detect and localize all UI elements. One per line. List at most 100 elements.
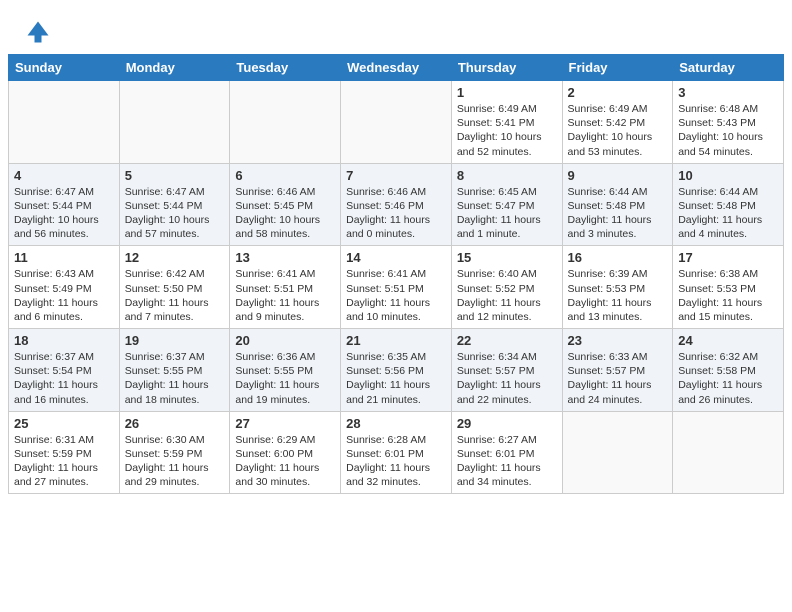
calendar-cell bbox=[562, 411, 673, 494]
day-number: 19 bbox=[125, 333, 225, 348]
calendar-cell: 26 Sunrise: 6:30 AM Sunset: 5:59 PM Dayli… bbox=[119, 411, 230, 494]
calendar-cell: 17 Sunrise: 6:38 AM Sunset: 5:53 PM Dayli… bbox=[673, 246, 784, 329]
day-number: 25 bbox=[14, 416, 114, 431]
calendar-cell: 4Sunrise: 6:47 AM Sunset: 5:44 PM Daylig… bbox=[9, 163, 120, 246]
day-info: Sunrise: 6:30 AM Sunset: 5:59 PM Dayligh… bbox=[125, 433, 225, 490]
calendar-week-1: 1 Sunrise: 6:49 AM Sunset: 5:41 PM Daylig… bbox=[9, 81, 784, 164]
day-info: Sunrise: 6:47 AM Sunset: 5:44 PM Dayligh… bbox=[125, 185, 225, 242]
day-number: 14 bbox=[346, 250, 446, 265]
day-info: Sunrise: 6:36 AM Sunset: 5:55 PM Dayligh… bbox=[235, 350, 335, 407]
calendar-cell: 24 Sunrise: 6:32 AM Sunset: 5:58 PM Dayli… bbox=[673, 329, 784, 412]
day-info: Sunrise: 6:44 AM Sunset: 5:48 PM Dayligh… bbox=[568, 185, 668, 242]
day-info: Sunrise: 6:41 AM Sunset: 5:51 PM Dayligh… bbox=[346, 267, 446, 324]
day-number: 20 bbox=[235, 333, 335, 348]
day-info: Sunrise: 6:41 AM Sunset: 5:51 PM Dayligh… bbox=[235, 267, 335, 324]
day-number: 27 bbox=[235, 416, 335, 431]
day-info: Sunrise: 6:32 AM Sunset: 5:58 PM Dayligh… bbox=[678, 350, 778, 407]
weekday-header-thursday: Thursday bbox=[451, 55, 562, 81]
calendar-cell: 5 Sunrise: 6:47 AM Sunset: 5:44 PM Daylig… bbox=[119, 163, 230, 246]
day-info: Sunrise: 6:48 AM Sunset: 5:43 PM Dayligh… bbox=[678, 102, 778, 159]
day-number: 3 bbox=[678, 85, 778, 100]
calendar-cell: 9 Sunrise: 6:44 AM Sunset: 5:48 PM Daylig… bbox=[562, 163, 673, 246]
day-info: Sunrise: 6:42 AM Sunset: 5:50 PM Dayligh… bbox=[125, 267, 225, 324]
day-number: 16 bbox=[568, 250, 668, 265]
day-number: 7 bbox=[346, 168, 446, 183]
calendar-table: SundayMondayTuesdayWednesdayThursdayFrid… bbox=[8, 54, 784, 494]
day-number: 17 bbox=[678, 250, 778, 265]
day-info: Sunrise: 6:46 AM Sunset: 5:46 PM Dayligh… bbox=[346, 185, 446, 242]
calendar-cell: 29 Sunrise: 6:27 AM Sunset: 6:01 PM Dayli… bbox=[451, 411, 562, 494]
logo-icon bbox=[24, 18, 52, 46]
day-number: 28 bbox=[346, 416, 446, 431]
day-number: 22 bbox=[457, 333, 557, 348]
day-number: 9 bbox=[568, 168, 668, 183]
calendar-cell: 27 Sunrise: 6:29 AM Sunset: 6:00 PM Dayli… bbox=[230, 411, 341, 494]
calendar-cell: 19 Sunrise: 6:37 AM Sunset: 5:55 PM Dayli… bbox=[119, 329, 230, 412]
calendar-cell: 8 Sunrise: 6:45 AM Sunset: 5:47 PM Daylig… bbox=[451, 163, 562, 246]
calendar-cell: 13 Sunrise: 6:41 AM Sunset: 5:51 PM Dayli… bbox=[230, 246, 341, 329]
day-number: 1 bbox=[457, 85, 557, 100]
calendar-cell: 21 Sunrise: 6:35 AM Sunset: 5:56 PM Dayli… bbox=[341, 329, 452, 412]
calendar-cell bbox=[673, 411, 784, 494]
calendar-cell: 11 Sunrise: 6:43 AM Sunset: 5:49 PM Dayli… bbox=[9, 246, 120, 329]
calendar-cell bbox=[341, 81, 452, 164]
day-info: Sunrise: 6:37 AM Sunset: 5:55 PM Dayligh… bbox=[125, 350, 225, 407]
day-number: 11 bbox=[14, 250, 114, 265]
calendar-cell: 28 Sunrise: 6:28 AM Sunset: 6:01 PM Dayli… bbox=[341, 411, 452, 494]
calendar-cell: 3 Sunrise: 6:48 AM Sunset: 5:43 PM Daylig… bbox=[673, 81, 784, 164]
day-info: Sunrise: 6:43 AM Sunset: 5:49 PM Dayligh… bbox=[14, 267, 114, 324]
weekday-header-saturday: Saturday bbox=[673, 55, 784, 81]
day-info: Sunrise: 6:33 AM Sunset: 5:57 PM Dayligh… bbox=[568, 350, 668, 407]
calendar-cell bbox=[9, 81, 120, 164]
calendar-cell bbox=[230, 81, 341, 164]
day-number: 15 bbox=[457, 250, 557, 265]
day-info: Sunrise: 6:27 AM Sunset: 6:01 PM Dayligh… bbox=[457, 433, 557, 490]
day-number: 8 bbox=[457, 168, 557, 183]
day-info: Sunrise: 6:35 AM Sunset: 5:56 PM Dayligh… bbox=[346, 350, 446, 407]
calendar-cell: 14 Sunrise: 6:41 AM Sunset: 5:51 PM Dayli… bbox=[341, 246, 452, 329]
logo bbox=[24, 18, 56, 46]
day-number: 6 bbox=[235, 168, 335, 183]
calendar-cell: 18 Sunrise: 6:37 AM Sunset: 5:54 PM Dayli… bbox=[9, 329, 120, 412]
day-number: 13 bbox=[235, 250, 335, 265]
day-number: 18 bbox=[14, 333, 114, 348]
calendar-cell: 16Sunrise: 6:39 AM Sunset: 5:53 PM Dayli… bbox=[562, 246, 673, 329]
day-number: 24 bbox=[678, 333, 778, 348]
day-info: Sunrise: 6:45 AM Sunset: 5:47 PM Dayligh… bbox=[457, 185, 557, 242]
day-number: 23 bbox=[568, 333, 668, 348]
day-info: Sunrise: 6:49 AM Sunset: 5:41 PM Dayligh… bbox=[457, 102, 557, 159]
calendar-week-3: 11 Sunrise: 6:43 AM Sunset: 5:49 PM Dayli… bbox=[9, 246, 784, 329]
weekday-header-tuesday: Tuesday bbox=[230, 55, 341, 81]
weekday-header-wednesday: Wednesday bbox=[341, 55, 452, 81]
page-header bbox=[0, 0, 792, 54]
calendar-cell: 20 Sunrise: 6:36 AM Sunset: 5:55 PM Dayli… bbox=[230, 329, 341, 412]
day-number: 21 bbox=[346, 333, 446, 348]
weekday-header-monday: Monday bbox=[119, 55, 230, 81]
weekday-header-sunday: Sunday bbox=[9, 55, 120, 81]
calendar-week-5: 25 Sunrise: 6:31 AM Sunset: 5:59 PM Dayli… bbox=[9, 411, 784, 494]
day-number: 26 bbox=[125, 416, 225, 431]
day-info: Sunrise: 6:44 AM Sunset: 5:48 PM Dayligh… bbox=[678, 185, 778, 242]
day-info: Sunrise: 6:37 AM Sunset: 5:54 PM Dayligh… bbox=[14, 350, 114, 407]
calendar-week-4: 18 Sunrise: 6:37 AM Sunset: 5:54 PM Dayli… bbox=[9, 329, 784, 412]
weekday-header-friday: Friday bbox=[562, 55, 673, 81]
day-number: 29 bbox=[457, 416, 557, 431]
calendar-cell: 6Sunrise: 6:46 AM Sunset: 5:45 PM Daylig… bbox=[230, 163, 341, 246]
day-info: Sunrise: 6:47 AM Sunset: 5:44 PM Dayligh… bbox=[14, 185, 114, 242]
day-info: Sunrise: 6:29 AM Sunset: 6:00 PM Dayligh… bbox=[235, 433, 335, 490]
calendar-week-2: 4Sunrise: 6:47 AM Sunset: 5:44 PM Daylig… bbox=[9, 163, 784, 246]
calendar-cell: 23 Sunrise: 6:33 AM Sunset: 5:57 PM Dayli… bbox=[562, 329, 673, 412]
calendar-cell: 25 Sunrise: 6:31 AM Sunset: 5:59 PM Dayli… bbox=[9, 411, 120, 494]
day-info: Sunrise: 6:40 AM Sunset: 5:52 PM Dayligh… bbox=[457, 267, 557, 324]
calendar-cell: 22Sunrise: 6:34 AM Sunset: 5:57 PM Dayli… bbox=[451, 329, 562, 412]
day-number: 12 bbox=[125, 250, 225, 265]
day-info: Sunrise: 6:38 AM Sunset: 5:53 PM Dayligh… bbox=[678, 267, 778, 324]
calendar-cell: 2Sunrise: 6:49 AM Sunset: 5:42 PM Daylig… bbox=[562, 81, 673, 164]
day-info: Sunrise: 6:28 AM Sunset: 6:01 PM Dayligh… bbox=[346, 433, 446, 490]
calendar-cell: 15 Sunrise: 6:40 AM Sunset: 5:52 PM Dayli… bbox=[451, 246, 562, 329]
day-info: Sunrise: 6:31 AM Sunset: 5:59 PM Dayligh… bbox=[14, 433, 114, 490]
day-number: 5 bbox=[125, 168, 225, 183]
calendar-cell: 1 Sunrise: 6:49 AM Sunset: 5:41 PM Daylig… bbox=[451, 81, 562, 164]
day-number: 2 bbox=[568, 85, 668, 100]
calendar-cell: 7 Sunrise: 6:46 AM Sunset: 5:46 PM Daylig… bbox=[341, 163, 452, 246]
